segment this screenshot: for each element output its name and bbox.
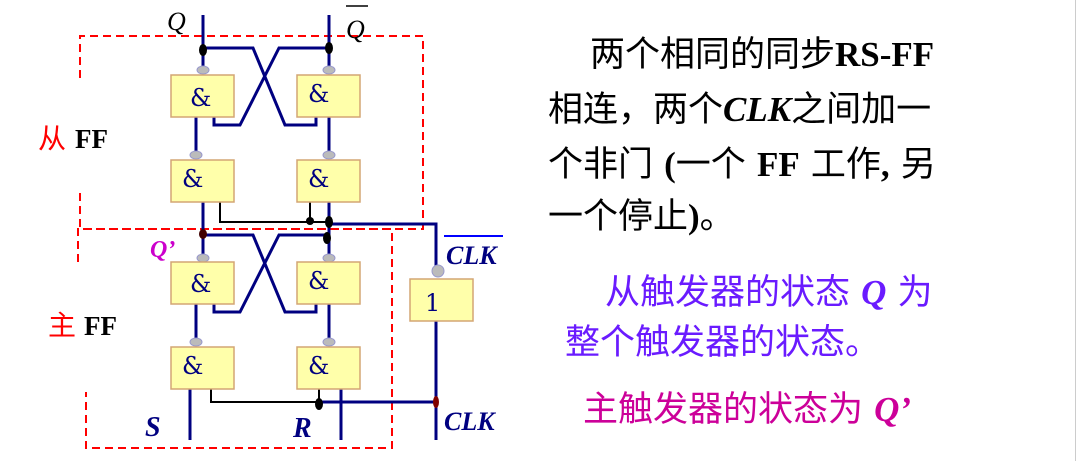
- text-seg: FF: [756, 145, 800, 184]
- text-seg: ,: [880, 145, 890, 184]
- q-output-label: Q: [167, 7, 186, 36]
- text-seg: 相连，两个: [548, 90, 724, 130]
- clk-input-label: CLK: [444, 407, 496, 436]
- clk-bar-label: CLK: [446, 241, 498, 270]
- text-seg: 。: [699, 197, 735, 237]
- para2-line1: 从触发器的状态 Q 为: [605, 273, 933, 313]
- text-seg: (: [664, 145, 676, 184]
- text-seg: ): [688, 197, 700, 236]
- text-seg: CLK: [723, 90, 792, 129]
- gate-and-label: &: [308, 267, 329, 295]
- master-ff-label-cn: 主: [48, 309, 76, 342]
- text-seg: RS-FF: [835, 35, 935, 74]
- not-gate-bubble: [431, 264, 445, 278]
- text-seg: 主触发器的状态为: [583, 390, 875, 430]
- r-input-label: R: [292, 413, 312, 444]
- s-input-label: S: [145, 412, 161, 443]
- slide: & & & & & & & & 1 Q Q Q’ 从 FF 主 FF S R C…: [0, 0, 1079, 461]
- q-prime-label: Q’: [150, 237, 175, 263]
- text-seg: 从触发器的状态: [605, 273, 862, 313]
- para1-line4: 一个停止)。: [548, 197, 735, 237]
- para1-line2: 相连，两个CLK之间加一: [548, 90, 931, 130]
- text-seg: Q’: [874, 390, 912, 429]
- text-seg: Q: [861, 273, 887, 312]
- not-gate-label: 1: [425, 289, 440, 317]
- gate-and-label: &: [308, 352, 329, 380]
- slave-ff-label-cn: 从: [38, 122, 66, 155]
- text-seg: 整个触发器的状态。: [565, 323, 881, 363]
- text-seg: 另: [889, 145, 936, 185]
- gate-and-label: &: [190, 84, 211, 112]
- para2-line2: 整个触发器的状态。: [565, 323, 880, 363]
- text-seg: 个非门: [548, 145, 665, 185]
- slave-ff-label-en: FF: [75, 124, 108, 154]
- gate-and-label: &: [308, 80, 329, 108]
- para1-line3: 个非门 (一个 FF 工作, 另: [548, 145, 936, 185]
- gate-and-label: &: [182, 165, 203, 193]
- text-seg: 一个: [675, 145, 757, 185]
- master-ff-label-en: FF: [84, 311, 117, 341]
- gate-and-label: &: [182, 352, 203, 380]
- q-bar-output-label: Q: [346, 15, 365, 44]
- text-seg: 一个停止: [548, 197, 689, 237]
- text-seg: 之间加一: [791, 90, 932, 130]
- slave-ff-dashed-box: [79, 35, 424, 230]
- text-seg: 工作: [799, 145, 881, 185]
- and-gates: [170, 74, 474, 390]
- para3-line: 主触发器的状态为 Q’: [583, 390, 911, 430]
- para1-line1: 两个相同的同步RS-FF: [590, 35, 934, 75]
- text-seg: 两个相同的同步: [590, 35, 836, 75]
- slide-edge: [1075, 0, 1076, 461]
- text-seg: 为: [886, 273, 933, 313]
- not-gate: [409, 278, 474, 322]
- gate-and-label: &: [190, 270, 211, 298]
- gate-and-label: &: [308, 165, 329, 193]
